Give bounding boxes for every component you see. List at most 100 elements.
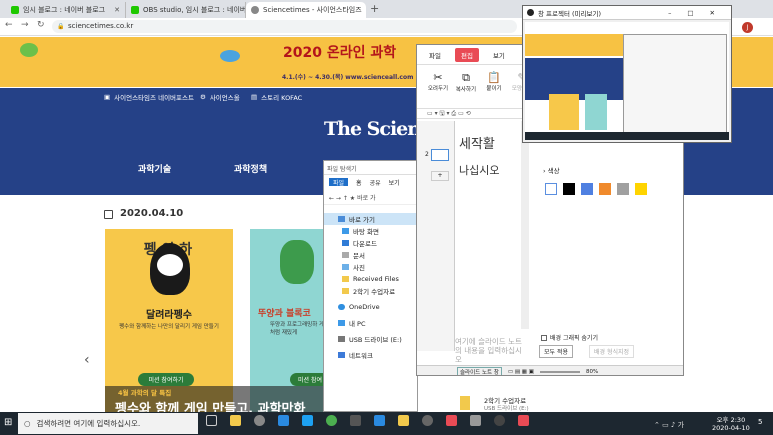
slide-title-text[interactable]: 세작활 [459, 133, 521, 152]
color-swatches [545, 183, 647, 195]
tab-view[interactable]: 보기 [389, 178, 400, 187]
swatch-yellow[interactable] [635, 183, 647, 195]
naver-icon [131, 6, 139, 14]
copy-button[interactable]: ⧉ 복사하기 [455, 71, 477, 102]
nav-network[interactable]: 네트워크 [324, 349, 417, 361]
settings-icon[interactable] [254, 415, 265, 426]
nav-semester-folder[interactable]: 2학기 수업자료 [324, 285, 417, 297]
swatch-orange[interactable] [599, 183, 611, 195]
nav-this-pc[interactable]: 내 PC [324, 317, 417, 329]
tab-share[interactable]: 공유 [370, 178, 381, 187]
card-desc-2: 뚜양과 프로그래밍하 게임처럼 재밌게 [270, 322, 330, 336]
search-icon: ○ [24, 419, 31, 428]
explorer-icon[interactable] [230, 415, 241, 426]
projector-preview [525, 22, 729, 140]
menu-file[interactable]: 파일 [429, 50, 441, 60]
url-input[interactable]: sciencetimes.co.kr [52, 20, 517, 33]
toplink-naver-post[interactable]: ▣ 사이언스타임즈 네이버포스트 [104, 92, 194, 102]
nav-science-policy[interactable]: 과학정책 [234, 162, 267, 175]
bg-format-button[interactable]: 배경 형식지정 [589, 345, 635, 358]
projector-window: 창 프로젝터 (미리보기) –□✕ [522, 5, 732, 143]
explorer-path[interactable]: ← → ↑ ★ 바로 가 [324, 189, 417, 205]
character-image [280, 240, 314, 284]
slide-number: 2 [425, 151, 429, 158]
webcam-icon[interactable] [422, 415, 433, 426]
app-icon[interactable] [350, 415, 361, 426]
chrome-icon[interactable] [326, 415, 337, 426]
obs-icon[interactable] [494, 415, 505, 426]
reload-icon[interactable]: ↻ [37, 20, 45, 30]
start-icon[interactable]: ⊞ [4, 417, 12, 428]
tab-file[interactable]: 파일 [329, 178, 349, 187]
swatch-black[interactable] [563, 183, 575, 195]
card-desc: 펭수와 함께하는 나만의 달리기 게임 만들기 [119, 324, 219, 330]
mission-button[interactable]: 미션 참여하기 [138, 373, 194, 386]
menu-view[interactable]: 보기 [493, 50, 505, 60]
nav-pictures[interactable]: 사진 [324, 261, 417, 273]
window-controls[interactable]: –□✕ [668, 9, 731, 17]
cut-button[interactable]: ✂ 오려두기 [427, 71, 449, 102]
network-icon [338, 352, 345, 358]
tab-blog-2[interactable]: OBS studio, 임시 블로그 : 네이버✕ [126, 2, 246, 18]
nav-desktop[interactable]: 바탕 화면 [324, 225, 417, 237]
notes-toggle[interactable]: 슬라이드 노트 창 [457, 366, 502, 375]
app-icon [527, 9, 534, 16]
explorer-titlebar: 파일 탐색기 [324, 161, 417, 175]
slide-thumbnail[interactable] [431, 149, 449, 161]
swatch-white[interactable] [545, 183, 557, 195]
planet-icon [220, 50, 240, 62]
nav-onedrive[interactable]: OneDrive [324, 301, 417, 313]
zoom-slider[interactable] [539, 370, 580, 373]
edge-icon[interactable] [278, 415, 289, 426]
nav-documents[interactable]: 문서 [324, 249, 417, 261]
tab-blog-1[interactable]: 임시 블로그 : 네이버 블로그 ✕ [6, 2, 126, 18]
word-icon[interactable] [374, 415, 385, 426]
ie-icon[interactable] [302, 415, 313, 426]
nav-downloads[interactable]: 다운로드 [324, 237, 417, 249]
swatch-gray[interactable] [617, 183, 629, 195]
pinwheel-icon[interactable] [446, 415, 457, 426]
view-icons[interactable]: ▭ ▤ ▦ ▣ [508, 369, 534, 375]
calendar-icon [104, 210, 113, 219]
penguin-face [157, 254, 183, 276]
notification-badge[interactable]: 5 [758, 418, 762, 426]
nav-received-files[interactable]: Received Files [324, 273, 417, 285]
toplink-scienceall[interactable]: ⚙ 사이언스올 [200, 92, 240, 102]
slide-canvas[interactable]: 세작활 나십시오 [459, 121, 521, 329]
nav-quick-access[interactable]: 바로 가기 [324, 213, 417, 225]
properties-panel: ✒ ▣ › 색상 배경 그래픽 숨기기 모두 적용 배경 형식지정 [533, 121, 683, 361]
nav-science-tech[interactable]: 과학기술 [138, 162, 171, 175]
tab-home[interactable]: 홈 [356, 178, 362, 187]
tray-icons[interactable]: ⌃ ▭ ♪ 가 [654, 420, 684, 430]
back-icon[interactable]: ← [5, 20, 13, 30]
folder-icon [342, 288, 349, 294]
owl-icon[interactable] [470, 415, 481, 426]
card-title-2: 뚜양과 블록코 [258, 309, 311, 319]
taskbar-search[interactable]: ○ 검색하려면 여기에 입력하십시오. [18, 413, 198, 434]
vertical-scrollbar[interactable] [521, 121, 529, 329]
file-location: USB 드라이브 (E:) [484, 406, 529, 412]
forward-icon[interactable]: → [21, 20, 29, 30]
new-tab-button[interactable]: + [370, 2, 379, 15]
hide-bg-checkbox[interactable]: 배경 그래픽 숨기기 [541, 333, 598, 342]
notes-icon[interactable] [398, 415, 409, 426]
profile-avatar[interactable]: J [742, 22, 753, 33]
preview-windows [623, 34, 727, 134]
slide-body-text[interactable]: 나십시오 [459, 162, 521, 178]
paste-button[interactable]: 📋 붙이기 [483, 71, 505, 102]
naver-icon [11, 6, 19, 14]
apply-all-button[interactable]: 모두 적용 [539, 345, 573, 358]
tab-sciencetimes[interactable]: Sciencetimes - 사이언스타임즈✕ [246, 2, 366, 18]
swatch-blue[interactable] [581, 183, 593, 195]
slide-thumbnails: 2 + [417, 121, 455, 351]
clock[interactable]: 오후 2:30 2020-04-10 [712, 414, 750, 432]
menu-edit[interactable]: 편집 [454, 47, 479, 62]
close-icon[interactable]: ✕ [114, 6, 120, 14]
toplink-kofac[interactable]: ▤ 스토리 KOFAC [251, 92, 302, 102]
nav-usb[interactable]: USB 드라이브 (E:) [324, 333, 417, 345]
add-slide-button[interactable]: + [431, 171, 449, 181]
task-view-icon[interactable] [206, 415, 217, 426]
prev-arrow-icon[interactable]: ‹ [84, 352, 90, 368]
presentation-icon[interactable] [518, 415, 529, 426]
preview-card [549, 94, 579, 130]
